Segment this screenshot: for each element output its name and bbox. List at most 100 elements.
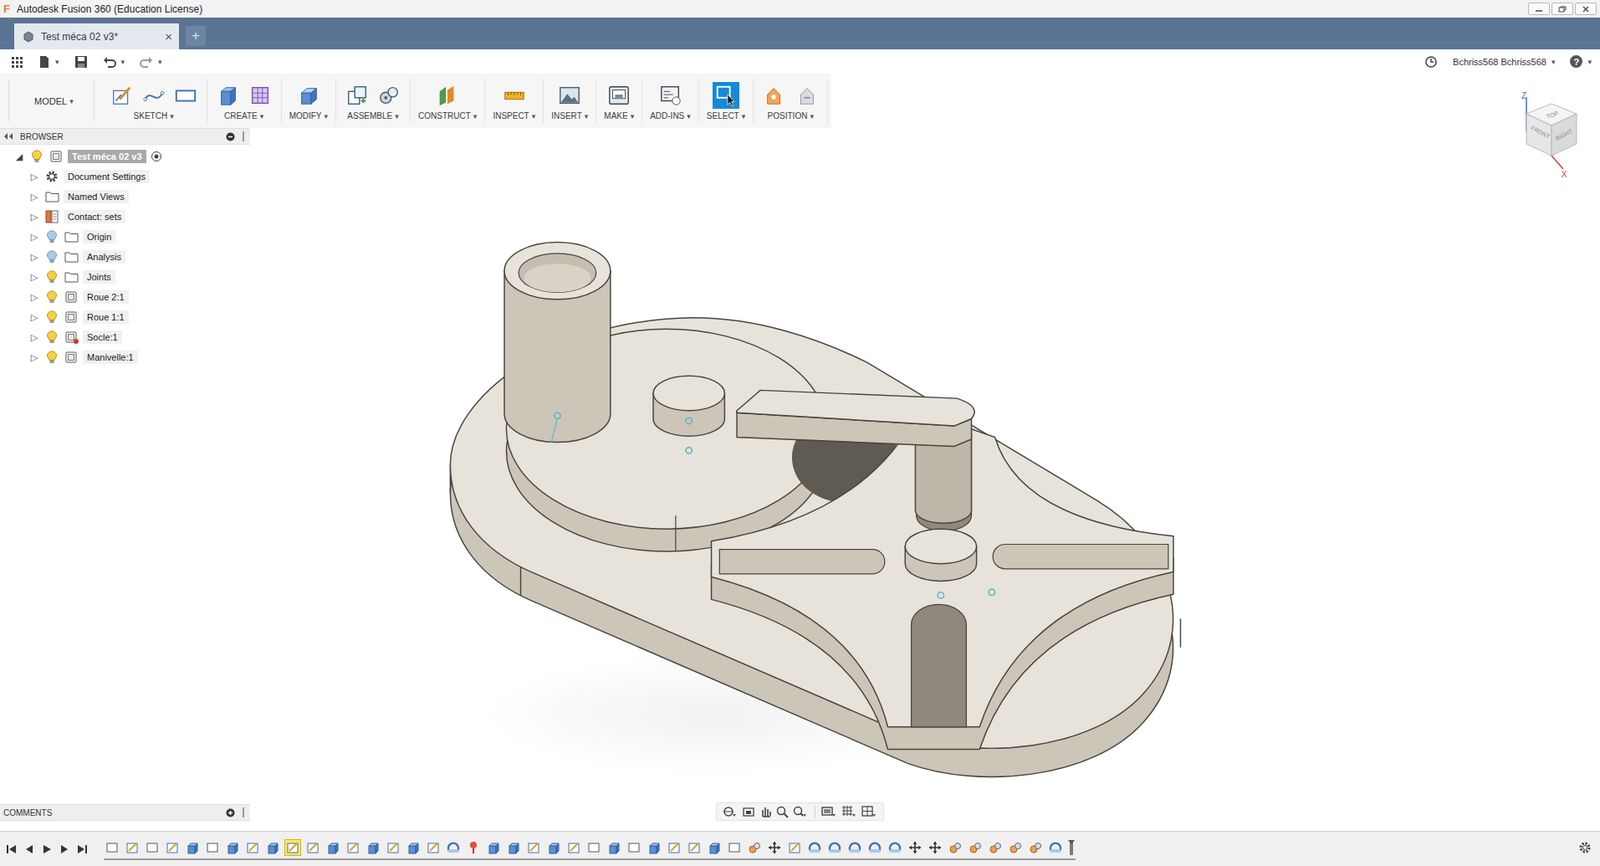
visibility-bulb-icon[interactable] (44, 249, 60, 265)
timeline-step[interactable] (986, 838, 1004, 856)
timeline-step[interactable] (525, 838, 542, 856)
toolbar-group-label[interactable]: POSITION▾ (767, 111, 814, 121)
toolbar-button[interactable] (246, 81, 274, 109)
toolbar-button[interactable] (375, 81, 403, 109)
tree-row[interactable]: ▷ Contact: sets (0, 206, 251, 227)
timeline-step[interactable] (766, 838, 783, 856)
tree-label[interactable]: Document Settings (63, 169, 150, 184)
timeline-step[interactable] (846, 838, 864, 856)
timeline-step[interactable] (384, 838, 402, 856)
undo-icon[interactable] (102, 55, 117, 69)
zoom-icon[interactable] (775, 804, 789, 818)
step-forward-icon[interactable] (59, 843, 70, 854)
toolbar-group-label[interactable]: INSERT▾ (551, 111, 588, 121)
tree-expander[interactable]: ▷ (28, 312, 41, 323)
timeline-step[interactable] (685, 838, 703, 856)
timeline-gear-icon[interactable] (1578, 840, 1592, 854)
toolbar-button[interactable] (712, 81, 740, 109)
fit-icon[interactable] (792, 804, 809, 818)
visibility-bulb-icon[interactable] (44, 269, 60, 285)
restore-button[interactable] (1551, 2, 1574, 16)
file-icon[interactable] (38, 55, 51, 69)
collapse-panel-icon[interactable] (3, 132, 14, 141)
tree-root-row[interactable]: ◢Test méca 02 v3 (0, 146, 251, 167)
go-to-start-icon[interactable] (6, 843, 17, 854)
tree-label[interactable]: Joints (82, 270, 116, 284)
tree-row[interactable]: ▷ Origin (0, 226, 251, 247)
tree-expander[interactable]: ▷ (28, 232, 41, 242)
toolbar-button[interactable] (761, 81, 788, 109)
cube-front-face[interactable] (1526, 113, 1552, 156)
panel-grip-icon[interactable] (241, 131, 246, 142)
toolbar-button[interactable] (295, 81, 323, 109)
toolbar-group-label[interactable]: MODIFY▾ (289, 111, 328, 121)
tree-label[interactable]: Analysis (82, 250, 126, 264)
panel-grip-icon[interactable] (241, 807, 246, 818)
tree-expander[interactable]: ▷ (28, 212, 41, 222)
timeline-step[interactable] (705, 838, 723, 856)
timeline-step[interactable] (605, 838, 623, 856)
tree-expander[interactable]: ▷ (28, 332, 41, 343)
tab-close-button[interactable]: × (164, 30, 173, 43)
toolbar-button[interactable] (556, 81, 583, 109)
timeline-step[interactable] (344, 838, 362, 856)
tree-label[interactable]: Roue 1:1 (82, 310, 129, 324)
timeline-step[interactable] (224, 838, 241, 856)
tree-expander[interactable]: ▷ (28, 192, 41, 202)
tree-row[interactable]: ▷ Roue 2:1 (0, 286, 251, 307)
timeline-step[interactable] (886, 838, 904, 856)
timeline-step[interactable] (163, 838, 181, 856)
timeline-step[interactable] (826, 838, 844, 856)
tree-expander[interactable]: ▷ (28, 292, 41, 302)
toolbar-button[interactable] (500, 81, 528, 109)
tree-expander[interactable]: ▷ (28, 272, 41, 282)
play-icon[interactable] (41, 843, 52, 854)
close-icon[interactable] (1581, 5, 1590, 13)
redo-icon[interactable] (139, 55, 154, 69)
tree-row[interactable]: ▷ Document Settings (0, 166, 251, 187)
toolbar-button[interactable] (108, 81, 136, 109)
minimize-button[interactable] (1528, 2, 1550, 16)
job-status-icon[interactable] (1424, 55, 1438, 69)
activate-radio-icon[interactable] (150, 150, 163, 163)
workspace-switcher[interactable]: MODEL▾ (8, 80, 95, 122)
visibility-bulb-icon[interactable] (29, 148, 45, 164)
timeline-step[interactable] (324, 838, 342, 856)
user-menu[interactable]: Bchriss568 Bchriss568▾ (1452, 56, 1555, 67)
help-menu[interactable]: ?▾ (1569, 55, 1592, 68)
toolbar-group-label[interactable]: SELECT▾ (706, 111, 746, 121)
toolbar-group-label[interactable]: MAKE▾ (603, 111, 634, 121)
tree-expander[interactable]: ▷ (28, 172, 41, 182)
toolbar-group-label[interactable]: ASSEMBLE▾ (347, 111, 399, 121)
timeline-step[interactable] (565, 838, 583, 856)
toolbar-button[interactable] (172, 81, 200, 109)
timeline-step[interactable] (364, 838, 382, 856)
tree-label[interactable]: Origin (82, 230, 116, 244)
new-tab-button[interactable]: + (185, 25, 206, 47)
visibility-bulb-icon[interactable] (44, 289, 60, 305)
tree-row[interactable]: ▷ Roue 1:1 (0, 306, 251, 328)
tree-expander[interactable]: ◢ (13, 152, 26, 162)
manivelle-body[interactable] (736, 389, 975, 523)
toolbar-group-label[interactable]: ADD-INS▾ (649, 111, 691, 121)
undo-menu[interactable]: ▾ (102, 55, 126, 69)
timeline-step[interactable] (1027, 838, 1044, 856)
timeline-step[interactable] (204, 838, 221, 856)
viewports-icon[interactable] (861, 804, 879, 818)
browser-minimize-icon[interactable] (225, 132, 236, 142)
toolbar-button[interactable] (792, 81, 820, 109)
timeline-step[interactable] (284, 838, 302, 856)
timeline-step[interactable] (143, 838, 161, 856)
timeline-step[interactable] (645, 838, 663, 856)
tree-row[interactable]: ▷ Joints (0, 266, 251, 287)
timeline-step[interactable] (746, 838, 763, 856)
shaft-cylinder[interactable] (504, 242, 611, 443)
timeline-step[interactable] (966, 838, 984, 856)
timeline-step[interactable] (806, 838, 824, 856)
timeline-step[interactable] (786, 838, 803, 856)
tree-label[interactable]: Contact: sets (63, 209, 126, 224)
toolbar-group-label[interactable]: SKETCH▾ (133, 111, 174, 121)
tree-label[interactable]: Roue 2:1 (82, 290, 129, 304)
timeline-step[interactable] (103, 838, 121, 856)
grid-icon[interactable] (841, 804, 859, 818)
